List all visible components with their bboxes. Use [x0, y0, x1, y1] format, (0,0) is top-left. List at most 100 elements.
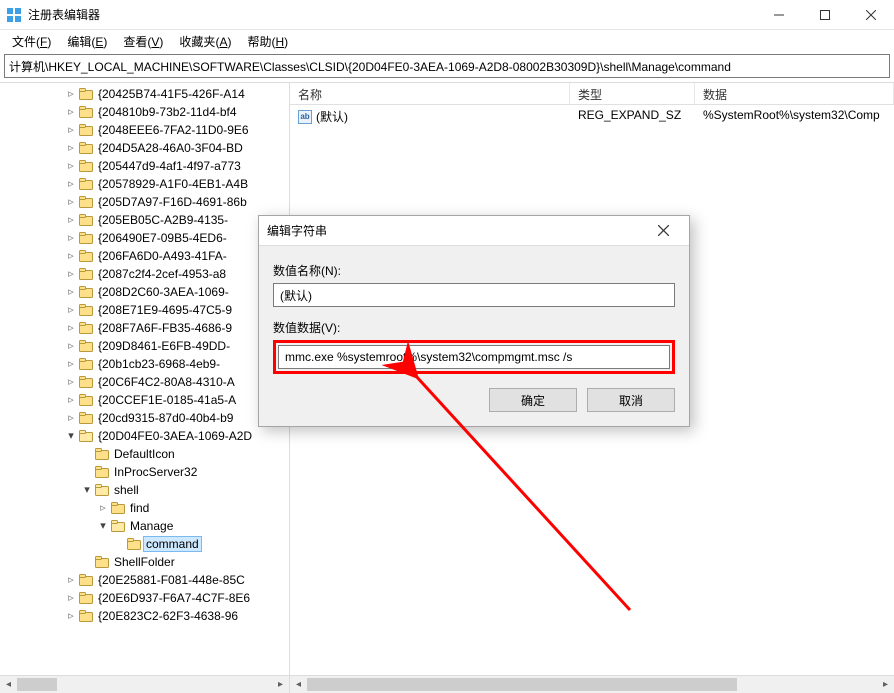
- expand-icon[interactable]: [64, 303, 78, 316]
- maximize-button[interactable]: [802, 0, 848, 30]
- expand-icon[interactable]: [64, 213, 78, 226]
- tree-item-label: {208F7A6F-FB35-4686-9: [96, 321, 234, 335]
- tree-item[interactable]: find: [0, 499, 289, 517]
- tree-item[interactable]: {20425B74-41F5-426F-A14: [0, 85, 289, 103]
- tree-item[interactable]: {205447d9-4af1-4f97-a773: [0, 157, 289, 175]
- expand-icon[interactable]: [64, 141, 78, 154]
- expand-icon[interactable]: [64, 393, 78, 406]
- expand-icon[interactable]: [64, 375, 78, 388]
- tree-item[interactable]: {20b1cb23-6968-4eb9-: [0, 355, 289, 373]
- tree-item[interactable]: {2087c2f4-2cef-4953-a8: [0, 265, 289, 283]
- menu-favorites[interactable]: 收藏夹(A): [171, 31, 239, 52]
- expand-icon[interactable]: [64, 591, 78, 604]
- menu-help[interactable]: 帮助(H): [239, 31, 296, 52]
- tree-item[interactable]: {209D8461-E6FB-49DD-: [0, 337, 289, 355]
- collapse-icon[interactable]: [64, 429, 78, 442]
- tree-item[interactable]: command: [0, 535, 289, 553]
- tree-item[interactable]: {20CCEF1E-0185-41a5-A: [0, 391, 289, 409]
- window-controls: [756, 0, 894, 30]
- tree-item[interactable]: {20E25881-F081-448e-85C: [0, 571, 289, 589]
- expand-icon[interactable]: [64, 87, 78, 100]
- expand-icon[interactable]: [64, 411, 78, 424]
- tree-item[interactable]: {206490E7-09B5-4ED6-: [0, 229, 289, 247]
- dialog-close-button[interactable]: [645, 218, 681, 244]
- titlebar: 注册表编辑器: [0, 0, 894, 30]
- expand-icon[interactable]: [64, 159, 78, 172]
- value-data-input[interactable]: [278, 345, 670, 369]
- tree-item[interactable]: {204D5A28-46A0-3F04-BD: [0, 139, 289, 157]
- tree-hscrollbar[interactable]: ◂ ▸: [0, 676, 290, 693]
- col-header-data[interactable]: 数据: [695, 83, 894, 104]
- tree-item[interactable]: Manage: [0, 517, 289, 535]
- col-header-name[interactable]: 名称: [290, 83, 570, 104]
- tree-item[interactable]: shell: [0, 481, 289, 499]
- folder-icon: [95, 448, 109, 460]
- expand-icon[interactable]: [64, 357, 78, 370]
- tree-item[interactable]: {20D04FE0-3AEA-1069-A2D: [0, 427, 289, 445]
- expand-icon[interactable]: [64, 195, 78, 208]
- menu-view[interactable]: 查看(V): [115, 31, 171, 52]
- tree-item[interactable]: {204810b9-73b2-11d4-bf4: [0, 103, 289, 121]
- scroll-thumb[interactable]: [17, 678, 57, 691]
- menu-file[interactable]: 文件(F): [4, 31, 59, 52]
- close-button[interactable]: [848, 0, 894, 30]
- minimize-button[interactable]: [756, 0, 802, 30]
- tree-item[interactable]: {20578929-A1F0-4EB1-A4B: [0, 175, 289, 193]
- tree-item-label: {204810b9-73b2-11d4-bf4: [96, 105, 239, 119]
- tree-item[interactable]: {208D2C60-3AEA-1069-: [0, 283, 289, 301]
- collapse-icon[interactable]: [80, 483, 94, 496]
- dialog-title: 编辑字符串: [267, 222, 645, 239]
- expand-icon[interactable]: [64, 249, 78, 262]
- collapse-icon[interactable]: [96, 519, 110, 532]
- tree-item-label: DefaultIcon: [112, 447, 177, 461]
- scroll-right-button[interactable]: ▸: [877, 676, 894, 693]
- tree-item[interactable]: {205D7A97-F16D-4691-86b: [0, 193, 289, 211]
- tree-item[interactable]: {208E71E9-4695-47C5-9: [0, 301, 289, 319]
- col-header-type[interactable]: 类型: [570, 83, 695, 104]
- expand-icon[interactable]: [64, 177, 78, 190]
- tree-pane[interactable]: {20425B74-41F5-426F-A14 {204810b9-73b2-11…: [0, 83, 290, 675]
- tree-item[interactable]: {20C6F4C2-80A8-4310-A: [0, 373, 289, 391]
- tree-item[interactable]: {208F7A6F-FB35-4686-9: [0, 319, 289, 337]
- tree-item[interactable]: {20E823C2-62F3-4638-96: [0, 607, 289, 625]
- folder-open-icon: [79, 430, 93, 442]
- tree-item[interactable]: ShellFolder: [0, 553, 289, 571]
- menu-edit[interactable]: 编辑(E): [59, 31, 115, 52]
- expand-icon[interactable]: [64, 105, 78, 118]
- folder-icon: [79, 232, 93, 244]
- list-hscrollbar[interactable]: ◂ ▸: [290, 676, 894, 693]
- value-name: (默认): [316, 108, 348, 125]
- folder-icon: [79, 286, 93, 298]
- tree-item[interactable]: {20cd9315-87d0-40b4-b9: [0, 409, 289, 427]
- tree-item[interactable]: {206FA6D0-A493-41FA-: [0, 247, 289, 265]
- scroll-thumb[interactable]: [307, 678, 737, 691]
- expand-icon[interactable]: [64, 285, 78, 298]
- expand-icon[interactable]: [64, 609, 78, 622]
- expand-icon[interactable]: [64, 321, 78, 334]
- scroll-left-button[interactable]: ◂: [290, 676, 307, 693]
- expand-icon[interactable]: [64, 573, 78, 586]
- ok-button[interactable]: 确定: [489, 388, 577, 412]
- value-data: %SystemRoot%\system32\Comp: [695, 107, 894, 126]
- folder-icon: [79, 376, 93, 388]
- list-row[interactable]: ab (默认) REG_EXPAND_SZ %SystemRoot%\syste…: [290, 105, 894, 128]
- expand-icon[interactable]: [64, 267, 78, 280]
- tree-item[interactable]: {2048EEE6-7FA2-11D0-9E6: [0, 121, 289, 139]
- dialog-titlebar[interactable]: 编辑字符串: [259, 216, 689, 246]
- address-bar[interactable]: 计算机\HKEY_LOCAL_MACHINE\SOFTWARE\Classes\…: [4, 54, 890, 78]
- scroll-right-button[interactable]: ▸: [272, 676, 289, 693]
- tree-item[interactable]: {20E6D937-F6A7-4C7F-8E6: [0, 589, 289, 607]
- value-name-input[interactable]: [273, 283, 675, 307]
- tree-item[interactable]: DefaultIcon: [0, 445, 289, 463]
- annotation-highlight-box: [273, 340, 675, 374]
- expand-icon[interactable]: [64, 231, 78, 244]
- expand-icon[interactable]: [64, 339, 78, 352]
- scroll-left-button[interactable]: ◂: [0, 676, 17, 693]
- tree-item[interactable]: InProcServer32: [0, 463, 289, 481]
- expand-icon[interactable]: [96, 501, 110, 514]
- tree-item[interactable]: {205EB05C-A2B9-4135-: [0, 211, 289, 229]
- cancel-button[interactable]: 取消: [587, 388, 675, 412]
- tree-item-label: shell: [112, 483, 141, 497]
- expand-icon[interactable]: [64, 123, 78, 136]
- tree-item-label: {20E6D937-F6A7-4C7F-8E6: [96, 591, 252, 605]
